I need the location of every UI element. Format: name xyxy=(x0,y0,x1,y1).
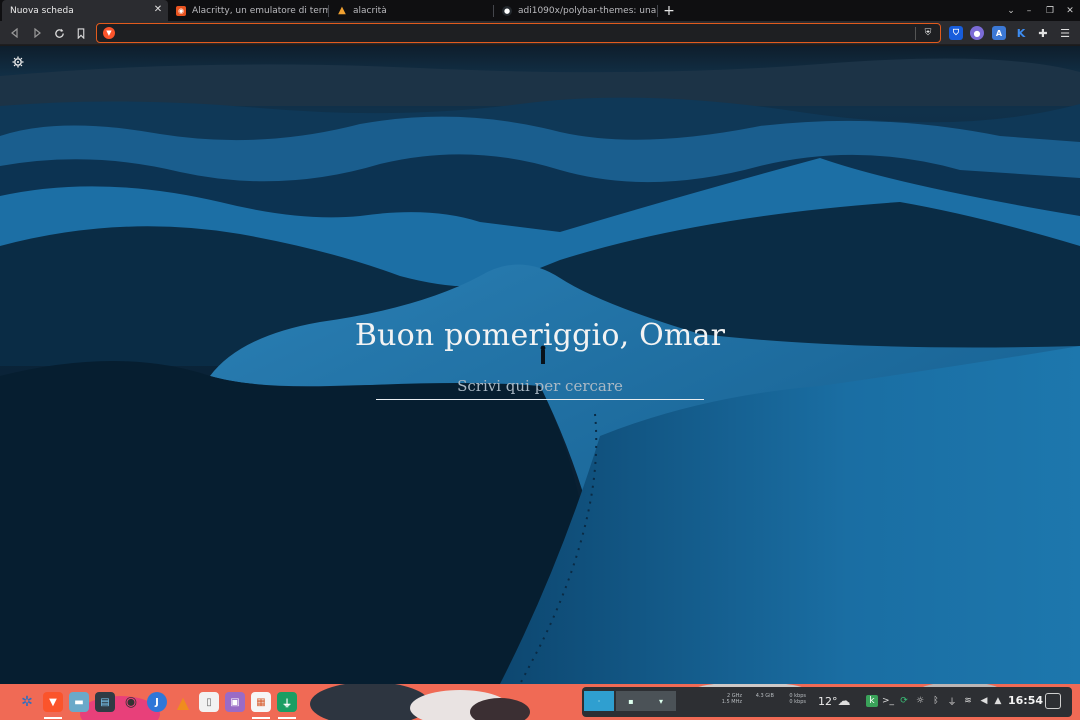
tab-title: Nuova scheda xyxy=(10,5,74,16)
tab-title: Alacritty, un emulatore di terminale xyxy=(192,5,328,16)
active-indicator xyxy=(252,717,270,719)
bookmark-icon xyxy=(77,27,85,39)
ubuntu-icon: ◉ xyxy=(176,5,186,16)
tab-alacrita[interactable]: ▲ alacrità xyxy=(329,0,493,21)
floppy-icon[interactable]: ▣ xyxy=(225,692,245,712)
close-icon[interactable]: ✕ xyxy=(152,4,164,16)
plug-icon[interactable]: ⏚ xyxy=(277,692,297,712)
update-icon[interactable]: ⟳ xyxy=(898,695,910,707)
browser-toolbar: ▼ ⛨ ⛉ ● A K ✚ ☰ xyxy=(0,21,1080,45)
greeting-heading: Buon pomeriggio, Omar xyxy=(354,318,726,353)
console-icon[interactable]: >_ xyxy=(882,695,894,707)
close-window-button[interactable]: ✕ xyxy=(1062,0,1078,21)
bitwarden-icon[interactable]: ⛉ xyxy=(949,26,963,40)
translate-icon[interactable]: A xyxy=(992,26,1006,40)
address-bar[interactable]: ▼ ⛨ xyxy=(96,23,941,43)
tab-strip: Nuova scheda ✕ ◉ Alacritty, un emulatore… xyxy=(0,0,1080,21)
back-icon xyxy=(11,28,18,38)
arch-wiki-icon: ▲ xyxy=(338,5,346,16)
privacy-badger-icon[interactable]: ● xyxy=(970,26,984,40)
system-tray-panel: · ▪ ▾ 2 GHz 4.3 GiB 0 kbps 1.5 MHz 0 kbp… xyxy=(582,687,1072,717)
bookmark-button[interactable] xyxy=(73,25,89,41)
back-button[interactable] xyxy=(7,25,23,41)
cloud-icon[interactable]: ☁ xyxy=(838,694,851,709)
tab-polybar-themes[interactable]: ● adi1090x/polybar-themes: una vasta rac… xyxy=(494,0,657,21)
brightness-icon[interactable]: ☼ xyxy=(914,695,926,707)
reload-icon xyxy=(54,28,64,38)
net-download: 0 kbps xyxy=(789,699,806,705)
active-indicator xyxy=(44,717,62,719)
new-tab-page: Buon pomeriggio, Omar xyxy=(0,46,1080,684)
forward-button[interactable] xyxy=(29,25,45,41)
github-icon: ● xyxy=(502,5,512,16)
divider xyxy=(915,27,916,40)
pager-desktop-2[interactable]: ▪ xyxy=(616,691,646,711)
cpu-freq-2: 1.5 MHz xyxy=(721,699,742,705)
tab-title: alacrità xyxy=(353,5,387,16)
brave-lion-icon: ▼ xyxy=(103,27,115,39)
terminal-icon[interactable]: ▤ xyxy=(95,692,115,712)
usb-icon[interactable]: ⏚ xyxy=(946,695,958,708)
new-tab-button[interactable]: + xyxy=(658,0,680,21)
wifi-icon[interactable]: ≋ xyxy=(962,695,974,707)
menu-button[interactable]: ☰ xyxy=(1058,26,1072,40)
pager-desktop-1[interactable]: · xyxy=(584,691,614,711)
kde-connect-icon[interactable]: k xyxy=(866,695,878,707)
brave-icon[interactable]: ▼ xyxy=(43,692,63,712)
eye-icon[interactable]: ◉ xyxy=(121,692,141,712)
kde-launcher-icon[interactable]: ✲ xyxy=(17,692,37,712)
address-input[interactable] xyxy=(119,25,909,41)
clock[interactable]: 16:54 xyxy=(1008,694,1043,707)
reload-button[interactable] xyxy=(51,25,67,41)
tab-nuova-scheda[interactable]: Nuova scheda ✕ xyxy=(2,0,168,21)
active-indicator xyxy=(278,717,296,719)
jdownloader-icon[interactable]: J xyxy=(147,692,167,712)
forward-icon xyxy=(34,28,41,38)
puzzle-icon[interactable]: ✚ xyxy=(1036,26,1050,40)
show-desktop-button[interactable] xyxy=(1045,693,1061,709)
document-icon[interactable]: ▯ xyxy=(199,692,219,712)
tab-title: adi1090x/polybar-themes: una vasta racco… xyxy=(518,5,657,16)
tab-alacritty[interactable]: ◉ Alacritty, un emulatore di terminale xyxy=(168,0,328,21)
memory-usage: 4.3 GiB xyxy=(755,693,774,699)
desert-dunes-background xyxy=(0,46,1080,684)
weather-temperature[interactable]: 12° xyxy=(818,695,838,708)
kagi-icon[interactable]: K xyxy=(1014,26,1028,40)
volume-icon[interactable]: ◀ xyxy=(978,695,990,707)
pager-desktop-3[interactable]: ▾ xyxy=(646,691,676,711)
tab-search-chevron-icon[interactable]: ⌄ xyxy=(1003,0,1019,21)
files-icon[interactable]: ▬ xyxy=(69,692,89,712)
tray-expand-icon[interactable]: ▲ xyxy=(992,695,1004,707)
bluetooth-icon[interactable]: ᛒ xyxy=(930,695,942,707)
brave-shields-icon[interactable]: ⛨ xyxy=(922,27,934,39)
taskbar: ✲ ▼ ▬ ▤ ◉ J ▲ ▯ ▣ ▦ ⏚ · ▪ ▾ 2 GHz 4.3 Gi… xyxy=(0,684,1080,720)
settings-gear-icon[interactable] xyxy=(10,54,26,70)
search-input[interactable] xyxy=(376,372,704,400)
app-grid-icon[interactable]: ▦ xyxy=(251,692,271,712)
minimize-button[interactable]: – xyxy=(1021,0,1037,21)
restore-button[interactable]: ❐ xyxy=(1042,0,1058,21)
vlc-icon[interactable]: ▲ xyxy=(173,692,193,712)
